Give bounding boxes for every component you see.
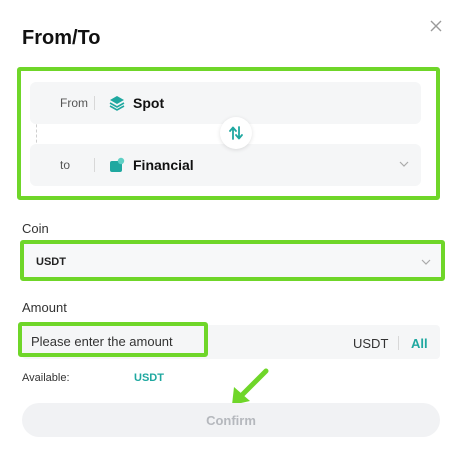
divider bbox=[398, 336, 399, 350]
to-account-name: Financial bbox=[133, 157, 194, 173]
confirm-button[interactable]: Confirm bbox=[22, 403, 440, 437]
chevron-down-icon bbox=[421, 259, 431, 265]
to-account-select[interactable]: to Financial bbox=[30, 144, 421, 186]
swap-arrows-icon bbox=[229, 126, 243, 140]
from-label: From bbox=[60, 96, 88, 110]
dialog-title: From/To bbox=[22, 27, 101, 49]
pointer-arrow-icon bbox=[232, 368, 269, 405]
from-account-name: Spot bbox=[133, 95, 165, 111]
coin-select[interactable]: USDT bbox=[20, 240, 445, 281]
from-account-row[interactable]: From Spot bbox=[30, 82, 421, 124]
swap-button[interactable] bbox=[220, 117, 252, 149]
amount-label: Amount bbox=[22, 300, 67, 315]
amount-unit: USDT bbox=[353, 336, 389, 351]
divider bbox=[94, 158, 95, 172]
all-button[interactable]: All bbox=[411, 336, 428, 351]
available-label: Available: bbox=[22, 372, 70, 384]
to-label: to bbox=[60, 158, 71, 172]
divider bbox=[94, 96, 95, 110]
coin-label: Coin bbox=[22, 221, 49, 236]
available-unit: USDT bbox=[134, 372, 164, 384]
financial-account-icon bbox=[110, 157, 125, 172]
chevron-down-icon bbox=[399, 161, 409, 167]
close-icon[interactable] bbox=[428, 18, 444, 34]
coin-selected-value: USDT bbox=[36, 256, 66, 268]
amount-input[interactable] bbox=[31, 334, 201, 349]
spot-account-icon bbox=[109, 96, 125, 111]
